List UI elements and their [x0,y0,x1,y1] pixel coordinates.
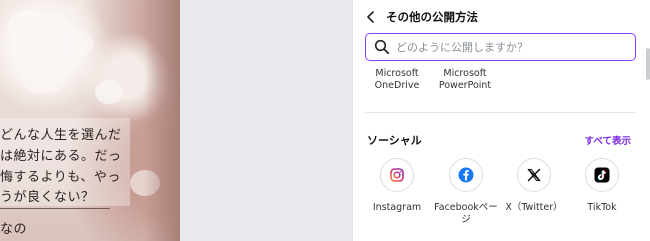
share-tiktok[interactable]: TikTok [568,158,636,214]
search-input[interactable] [396,40,626,54]
canvas-text-line: は絶対にある。だっ [0,149,122,164]
canvas-text-line: 悔するよりも、やっ [0,170,121,185]
see-all-link[interactable]: すべて表示 [585,133,631,147]
search-box[interactable] [365,33,636,61]
section-divider [365,112,636,113]
workspace-background [180,0,352,241]
social-section-title: ソーシャル [367,134,422,147]
blossom-decoration [60,30,94,58]
canvas-text-line: どんな人生を選んだ [0,128,122,143]
facebook-icon [458,167,474,183]
share-facebook[interactable]: Facebookページ [432,158,500,226]
canvas-text-line: なの [0,222,28,237]
share-icon-circle [380,158,414,192]
panel-header: その他の公開方法 [353,0,650,34]
share-instagram[interactable]: Instagram [363,158,431,214]
share-label: X（Twitter） [505,202,563,213]
instagram-icon [390,168,404,182]
x-twitter-icon [527,168,541,182]
blossom-decoration [20,64,66,94]
app-powerpoint[interactable]: Microsoft PowerPoint [433,68,497,92]
share-icon-circle [449,158,483,192]
canvas-text-line: うが良くない？ [0,190,95,205]
tiktok-icon [594,167,610,183]
panel-title: その他の公開方法 [386,10,478,24]
back-button[interactable] [363,8,379,26]
publish-panel: その他の公開方法 Microsoft OneDrive Microsoft Po… [352,0,650,241]
photo-shadow [144,0,180,241]
canvas-divider [0,208,110,209]
app-label: Microsoft PowerPoint [438,68,492,91]
share-icon-circle [585,158,619,192]
share-icon-circle [517,158,551,192]
blossom-decoration [95,80,123,104]
scrollbar[interactable] [646,48,650,80]
share-label: Instagram [372,202,422,213]
search-icon [374,39,390,55]
share-label: Facebookページ [434,202,498,225]
app-label: Microsoft OneDrive [374,68,420,91]
blossom-decoration [8,10,48,42]
design-canvas[interactable]: どんな人生を選んだ は絶対にある。だっ 悔するよりも、やっ うが良くない？ なの [0,0,180,241]
share-label: TikTok [587,202,617,213]
chevron-left-icon [367,11,374,23]
app-onedrive[interactable]: Microsoft OneDrive [365,68,429,92]
share-x-twitter[interactable]: X（Twitter） [500,158,568,214]
